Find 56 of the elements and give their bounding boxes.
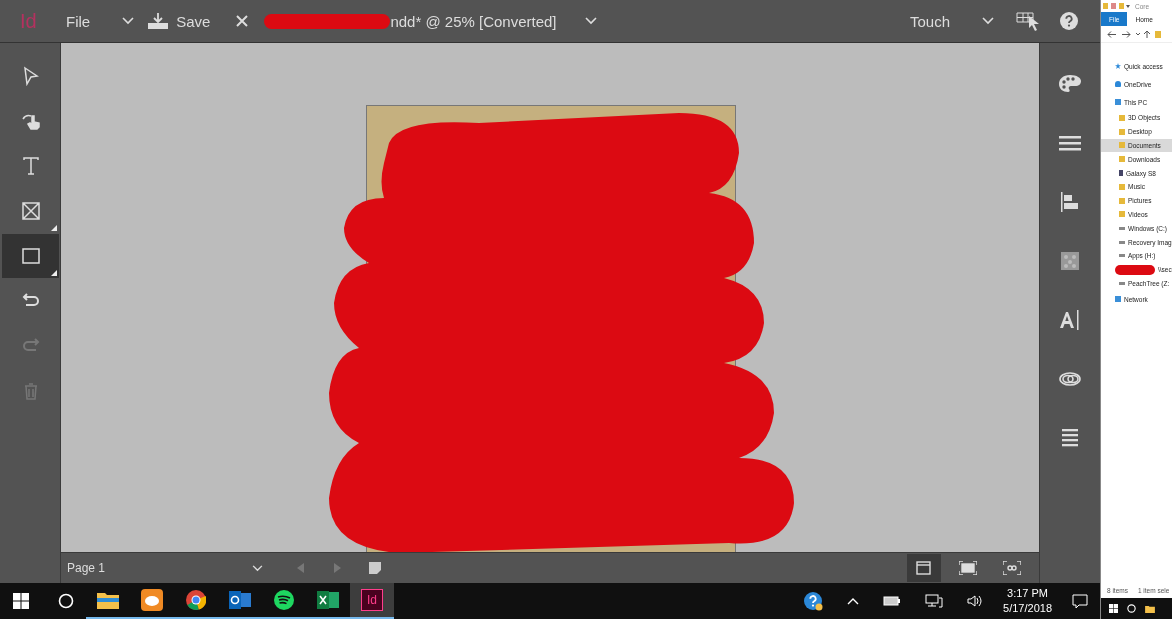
chevron-down-icon[interactable]	[122, 17, 135, 25]
chevron-down-icon	[252, 564, 263, 572]
battery-icon[interactable]	[883, 596, 902, 606]
folder-icon	[97, 591, 119, 609]
app-icon	[141, 589, 163, 611]
drive-icon	[1119, 240, 1125, 244]
swatches-icon	[1058, 249, 1082, 272]
normal-view-button[interactable]	[907, 554, 941, 582]
folder-icon[interactable]	[1145, 604, 1155, 613]
date-label: 5/17/2018	[1003, 601, 1052, 616]
save-button[interactable]: Save	[148, 12, 211, 30]
mail-icon	[229, 590, 251, 610]
character-icon	[1058, 308, 1082, 331]
palette-icon	[1058, 72, 1082, 95]
clock[interactable]: 3:17 PM 5/17/2018	[1003, 586, 1052, 616]
cloud-icon	[1115, 81, 1121, 87]
network-icon	[1115, 296, 1121, 303]
network-icon[interactable]	[925, 594, 944, 608]
search-icon[interactable]	[1127, 604, 1136, 613]
page-selector[interactable]: Page 1	[61, 561, 269, 575]
normal-view-icon	[915, 561, 933, 575]
quick-access-toolbar-icon	[1103, 2, 1133, 10]
chevron-up-icon[interactable]	[847, 597, 860, 605]
fit-view-icon	[959, 561, 977, 575]
music-icon	[274, 590, 294, 610]
drive-icon	[1119, 226, 1125, 230]
search-icon[interactable]	[58, 593, 74, 609]
type-icon	[20, 156, 41, 176]
windows-start-icon[interactable]	[1109, 604, 1118, 613]
page-icon[interactable]	[369, 562, 381, 574]
chevron-down-icon[interactable]	[584, 17, 597, 25]
indesign-app-button[interactable]: Id	[350, 583, 394, 619]
time-label: 3:17 PM	[1007, 586, 1048, 601]
app-logo: Id	[20, 9, 38, 33]
file-menu[interactable]: File	[66, 12, 91, 30]
volume-icon[interactable]	[967, 594, 984, 608]
browser-icon	[186, 590, 206, 610]
notification-icon[interactable]	[1072, 593, 1088, 609]
rectangle-icon	[20, 246, 41, 266]
windows-start-icon[interactable]	[13, 593, 29, 609]
workspace-menu[interactable]: Touch	[909, 12, 950, 30]
phone-icon	[1119, 170, 1123, 177]
redaction-mark	[1115, 264, 1155, 275]
rectangle-tool[interactable]	[2, 234, 59, 278]
drive-icon	[1119, 254, 1125, 258]
download-icon	[148, 13, 169, 29]
drive-icon	[1119, 281, 1125, 285]
close-icon[interactable]	[236, 15, 249, 27]
computer-icon	[1115, 99, 1121, 105]
help-icon[interactable]	[803, 591, 824, 611]
app-logo: Id	[361, 589, 383, 611]
presentation-view-icon	[1003, 561, 1021, 575]
chevron-down-icon[interactable]	[982, 17, 994, 25]
frame-icon	[20, 201, 41, 221]
spreadsheet-icon	[317, 590, 339, 610]
document-title: ndd* @ 25% [Converted]	[390, 12, 557, 30]
